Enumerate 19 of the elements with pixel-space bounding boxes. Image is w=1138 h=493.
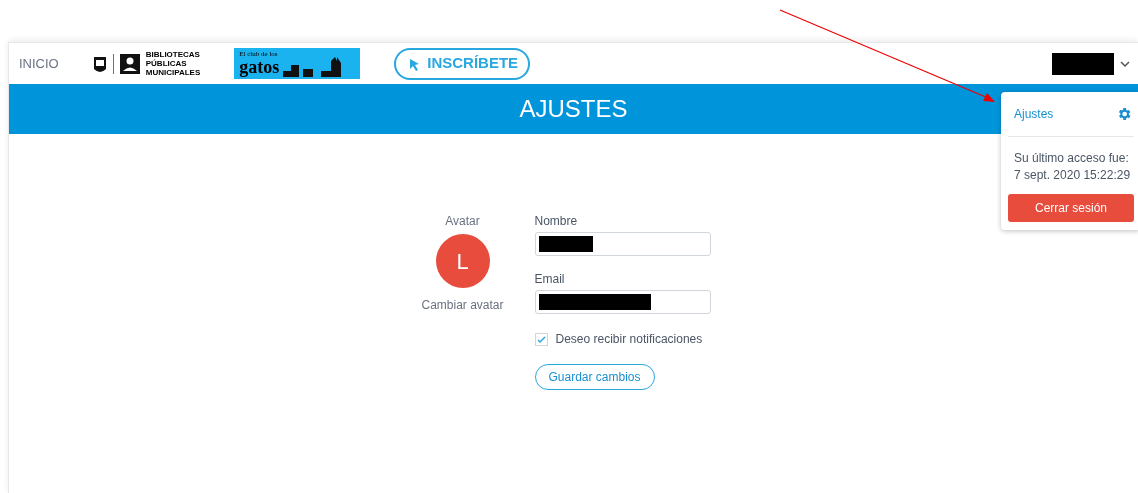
change-avatar-link[interactable]: Cambiar avatar	[421, 296, 504, 314]
avatar-label: Avatar	[445, 213, 480, 230]
home-link[interactable]: INICIO	[19, 53, 59, 74]
redacted-username	[1052, 52, 1114, 75]
gear-icon[interactable]	[1116, 106, 1132, 122]
library-logo: BIBLIOTECAS PÚBLICAS MUNICIPALES	[92, 50, 201, 77]
input-field[interactable]	[534, 232, 711, 256]
field-label: Nombre	[534, 213, 579, 230]
checkbox[interactable]	[534, 332, 548, 346]
settings-link[interactable]: Ajustes	[1014, 105, 1054, 123]
checkbox-label: Deseo recibir notificaciones	[555, 331, 703, 348]
signup-button[interactable]: INSCRÍBETE	[394, 47, 531, 80]
input-field[interactable]	[534, 290, 711, 314]
avatar: L	[435, 234, 490, 288]
last-access-text: Su último acceso fue: 7 sept. 2020 15:22:29	[1013, 150, 1132, 184]
chevron-down-icon[interactable]	[1120, 59, 1130, 68]
field-label: Email	[534, 271, 566, 288]
logout-button[interactable]: Cerrar sesión	[1008, 194, 1134, 222]
redacted-value	[538, 236, 593, 252]
